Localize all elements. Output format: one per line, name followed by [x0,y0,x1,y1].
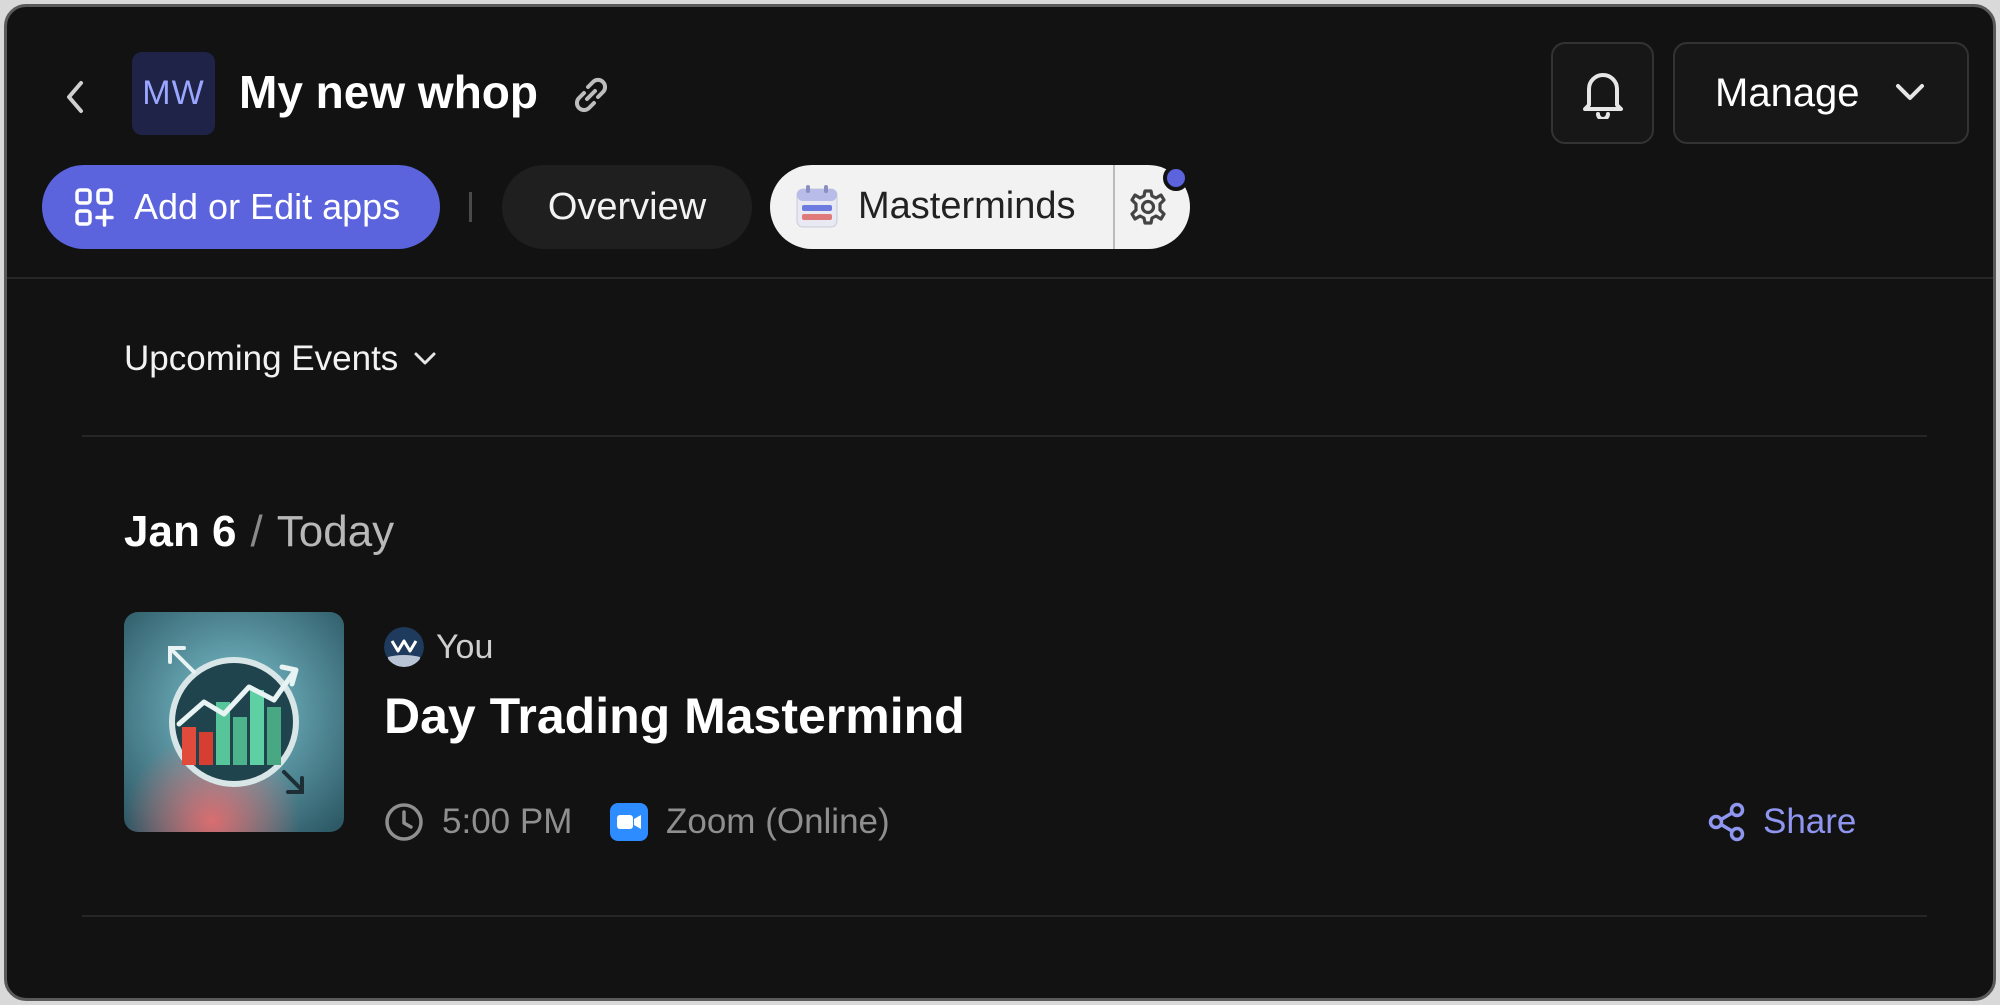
gear-icon[interactable] [1128,187,1168,227]
event-thumbnail[interactable] [124,612,344,832]
tab-overview-label: Overview [547,185,707,228]
manage-dropdown[interactable]: Manage [1673,42,1969,144]
manage-label: Manage [1715,70,1860,115]
app-window: MW My new whop Manage Add or Edit apps O… [4,4,1996,1001]
whop-avatar: MW [132,52,215,135]
clock-icon [385,803,423,841]
event-time: 5:00 PM [384,802,572,842]
event-relative-date: Today [276,507,395,556]
chevron-left-icon [67,81,83,113]
event-date: Jan 6 [124,507,237,556]
notifications-button[interactable] [1551,42,1654,144]
chevron-down-icon [1896,84,1924,100]
event-title[interactable]: Day Trading Mastermind [384,687,965,745]
apps-add-icon [75,188,114,227]
section-divider [82,435,1927,437]
tab-overview[interactable]: Overview [502,165,752,249]
share-label: Share [1763,802,1857,841]
tab-masterminds-label: Masterminds [858,185,1076,227]
unread-indicator-dot [1163,165,1189,191]
bell-icon [1582,73,1623,119]
chevron-down-icon [414,352,436,365]
host-avatar [384,627,424,667]
back-button[interactable] [51,73,99,121]
share-icon [1708,802,1745,842]
add-apps-label: Add or Edit apps [134,186,401,227]
header-divider [7,277,1993,279]
tab-divider [469,192,472,222]
add-edit-apps-button[interactable]: Add or Edit apps [42,165,440,249]
event-host[interactable]: You [384,627,493,667]
host-avatar-image [384,627,424,667]
event-divider [82,915,1927,917]
share-button[interactable]: Share [1707,802,1856,842]
link-icon [574,77,608,113]
trading-chart-image [124,612,344,832]
host-name: You [436,627,494,666]
event-location: Zoom (Online) [610,802,890,842]
filter-label: Upcoming Events [124,339,399,378]
event-time-label: 5:00 PM [442,802,573,841]
event-location-label: Zoom (Online) [666,802,890,841]
calendar-app-icon [796,185,838,228]
tab-masterminds[interactable]: Masterminds [770,165,1190,249]
zoom-icon [610,803,648,841]
copy-link-button[interactable] [567,71,615,119]
page-title: My new whop [239,66,538,118]
event-date-heading: Jan 6 / Today [124,507,394,557]
avatar-initials: MW [142,74,205,112]
upcoming-events-dropdown[interactable]: Upcoming Events [124,339,438,379]
date-separator: / [250,507,263,556]
tab-masterminds-divider [1113,165,1115,249]
